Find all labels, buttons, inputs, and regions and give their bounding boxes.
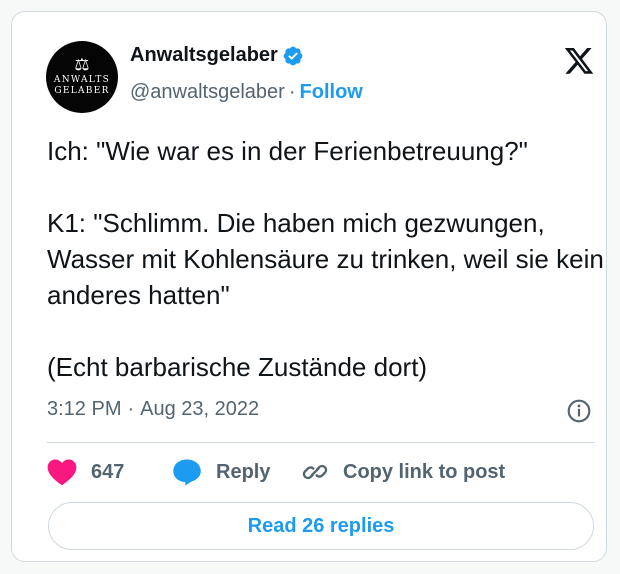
reply-bubble-icon (173, 459, 201, 486)
tweet-paragraph-3: (Echt barbarische Zustände dort) (47, 352, 428, 382)
tweet-timestamp[interactable]: 3:12 PM · Aug 23, 2022 (47, 398, 259, 421)
timestamp-separator: · (127, 398, 135, 420)
like-button[interactable]: 647 (47, 458, 124, 486)
tweet-paragraph-2: K1: "Schlimm. Die haben mich gezwungen, … (47, 208, 604, 310)
reply-button[interactable]: Reply (172, 458, 270, 486)
link-icon (302, 464, 328, 480)
avatar-text-line1: ANWALTS (53, 75, 111, 85)
tweet-paragraph-1: Ich: "Wie war es in der Ferienbetreuung?… (47, 136, 528, 166)
action-bar: 647 Reply Copy link to post (47, 458, 595, 486)
tweet-card: ⚖ ANWALTS GELABER Anwaltsgelaber @anwalt… (11, 11, 607, 562)
copy-link-button[interactable]: Copy link to post (301, 458, 505, 486)
author-handle[interactable]: @anwaltsgelaber (130, 81, 285, 104)
author-name-row: Anwaltsgelaber (130, 44, 304, 67)
tweet-time: 3:12 PM (47, 398, 122, 420)
avatar[interactable]: ⚖ ANWALTS GELABER (46, 41, 118, 113)
like-count: 647 (91, 460, 125, 483)
reply-label: Reply (216, 460, 271, 483)
handle-separator: · (288, 81, 296, 103)
avatar-text-line2: GELABER (54, 86, 110, 96)
tweet-text: Ich: "Wie war es in der Ferienbetreuung?… (47, 133, 607, 385)
author-handle-row: @anwaltsgelaber · Follow (130, 81, 363, 104)
copy-link-label: Copy link to post (343, 460, 506, 483)
heart-icon (47, 459, 77, 486)
author-display-name[interactable]: Anwaltsgelaber (130, 44, 278, 67)
verified-badge-icon (283, 46, 303, 65)
x-logo-icon[interactable] (563, 48, 595, 77)
divider (47, 442, 595, 443)
read-replies-button[interactable]: Read 26 replies (48, 502, 594, 550)
info-icon[interactable] (566, 398, 592, 424)
follow-button[interactable]: Follow (300, 81, 363, 104)
tweet-date: Aug 23, 2022 (140, 398, 260, 420)
avatar-scale-icon: ⚖ (74, 55, 90, 74)
